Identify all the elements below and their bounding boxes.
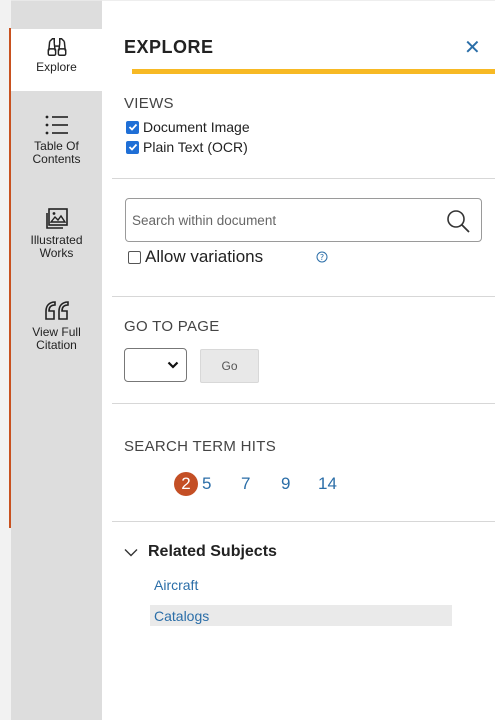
hit-link[interactable]: 9 xyxy=(281,472,290,496)
search-term-hits-heading: SEARCH TERM HITS xyxy=(124,438,277,455)
rail-item-illustrated-works[interactable]: Illustrated Works xyxy=(11,207,102,273)
go-to-page-heading: GO TO PAGE xyxy=(124,318,220,335)
sidebar-rail: Explore Table Of Contents Illustrated Wo… xyxy=(11,0,102,720)
allow-variations-checkbox[interactable] xyxy=(128,250,141,264)
hit-link[interactable]: 7 xyxy=(241,472,250,496)
help-icon[interactable]: ? xyxy=(316,251,328,263)
subject-link-catalogs[interactable]: Catalogs xyxy=(154,608,209,624)
allow-variations-label: Allow variations xyxy=(145,247,264,266)
views-heading: VIEWS xyxy=(124,95,174,112)
section-divider xyxy=(112,521,495,522)
page-select-dropdown[interactable] xyxy=(124,348,187,382)
search-input[interactable] xyxy=(132,209,432,231)
search-icon[interactable] xyxy=(444,207,472,235)
chevron-down-icon xyxy=(124,548,138,556)
rail-item-view-full-citation[interactable]: View Full Citation xyxy=(11,299,102,365)
rail-item-table-of-contents[interactable]: Table Of Contents xyxy=(11,113,102,179)
left-edge-strip xyxy=(0,0,11,720)
view-option-label: Plain Text (OCR) xyxy=(143,139,248,155)
view-option-label: Document Image xyxy=(143,119,250,135)
explore-panel: EXPLORE ✕ VIEWS Document Image Plain Tex… xyxy=(102,0,495,720)
hit-link[interactable]: 5 xyxy=(202,472,211,496)
view-option-plain-text[interactable]: Plain Text (OCR) xyxy=(126,139,248,155)
checkbox-checked-icon[interactable] xyxy=(126,140,139,154)
close-button[interactable]: ✕ xyxy=(464,35,481,59)
binoculars-icon xyxy=(47,38,66,56)
image-icon xyxy=(45,208,68,229)
quote-icon xyxy=(44,301,69,320)
rail-item-explore[interactable]: Explore xyxy=(11,29,102,91)
title-underline-bar xyxy=(132,69,495,74)
section-divider xyxy=(112,296,495,297)
search-field xyxy=(125,198,482,242)
subject-link-aircraft[interactable]: Aircraft xyxy=(154,577,198,593)
panel-title: EXPLORE xyxy=(124,37,214,57)
chevron-down-icon xyxy=(167,361,179,369)
checkbox-checked-icon[interactable] xyxy=(126,120,139,134)
related-subjects-heading: Related Subjects xyxy=(148,543,277,560)
rail-label-explore: Explore xyxy=(36,60,77,74)
hit-link-current[interactable]: 2 xyxy=(174,472,198,496)
svg-text:?: ? xyxy=(320,253,324,262)
hit-link[interactable]: 14 xyxy=(318,472,337,496)
list-icon xyxy=(45,115,68,135)
rail-label-view-full-citation: View Full Citation xyxy=(32,325,81,352)
view-option-document-image[interactable]: Document Image xyxy=(126,119,250,135)
rail-label-table-of-contents: Table Of Contents xyxy=(32,139,81,166)
go-button[interactable]: Go xyxy=(200,349,259,383)
related-subjects-toggle[interactable]: Related Subjects xyxy=(124,543,277,561)
allow-variations-option[interactable]: Allow variations xyxy=(128,247,263,267)
rail-label-illustrated-works: Illustrated Works xyxy=(30,233,83,260)
section-divider xyxy=(112,403,495,404)
section-divider xyxy=(112,178,495,179)
